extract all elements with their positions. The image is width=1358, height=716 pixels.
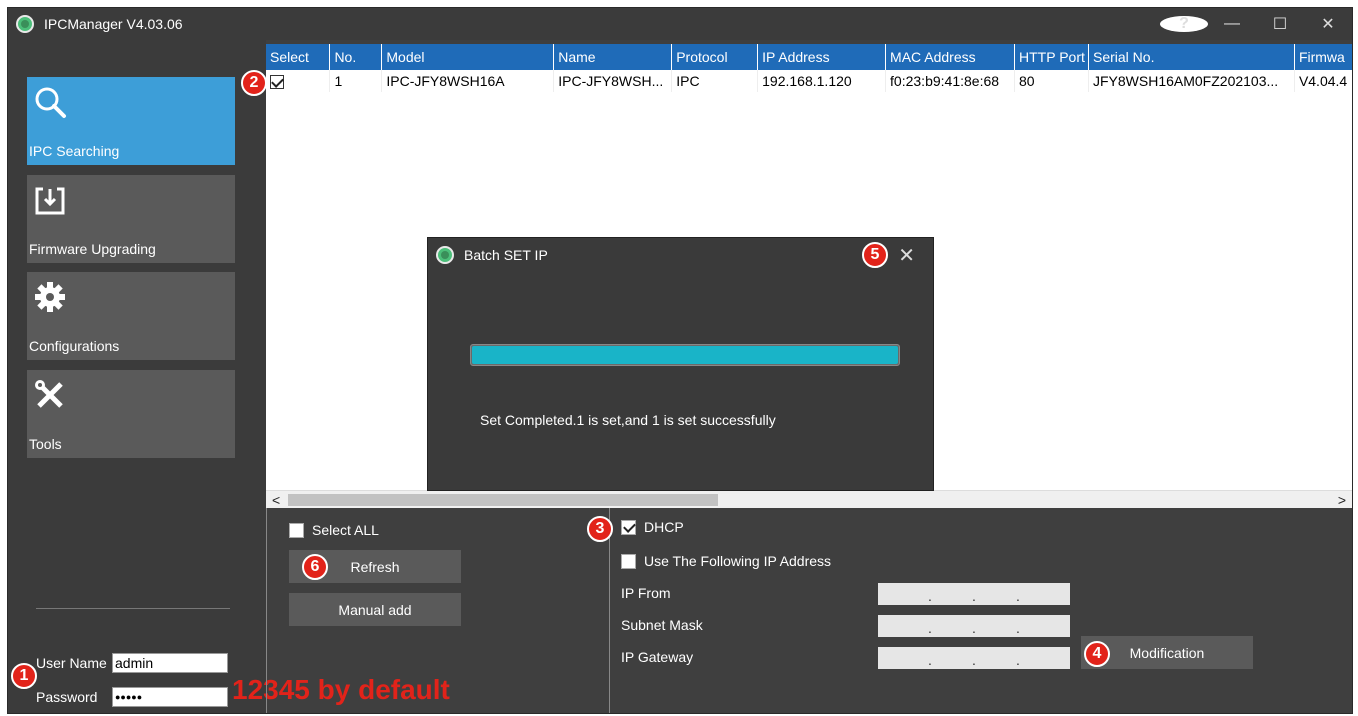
static-ip-option[interactable]: Use The Following IP Address [621, 553, 831, 569]
ip-gateway-label: IP Gateway [621, 649, 694, 665]
table-cell: IPC-JFY8WSH... [553, 70, 673, 92]
sidebar-divider [36, 608, 230, 609]
batch-set-ip-dialog: Batch SET IP ✕ Set Completed.1 is set,an… [427, 237, 934, 491]
scroll-left-arrow[interactable]: < [272, 491, 280, 509]
sidebar-item-ipc-searching[interactable]: IPC Searching [27, 77, 235, 165]
sidebar-item-label: Configurations [29, 338, 120, 354]
panel-divider [609, 508, 610, 713]
upload-icon [35, 187, 65, 215]
ip-from-label: IP From [621, 585, 671, 601]
progress-fill [472, 346, 898, 364]
maximize-button[interactable]: ☐ [1256, 14, 1304, 34]
window-controls: ? — ☐ ✕ [1160, 8, 1352, 40]
column-header[interactable]: HTTP Port [1014, 44, 1089, 70]
dialog-title-bar: Batch SET IP [428, 238, 933, 272]
default-password-hint: 12345 by default [232, 674, 450, 705]
step-badge-4: 4 [1084, 641, 1110, 667]
gear-icon [35, 282, 65, 312]
column-header[interactable]: Name [553, 44, 673, 70]
app-title: IPCManager V4.03.06 [44, 16, 183, 32]
sidebar-item-label: IPC Searching [29, 143, 120, 159]
table-cell: JFY8WSH16AM0FZ202103... [1088, 70, 1295, 92]
dialog-message: Set Completed.1 is set,and 1 is set succ… [480, 412, 776, 428]
scrollbar-thumb[interactable] [288, 494, 718, 506]
step-badge-1: 1 [11, 663, 37, 689]
column-header[interactable]: No. [329, 44, 383, 70]
help-button[interactable]: ? [1160, 15, 1208, 33]
close-button[interactable]: ✕ [1304, 14, 1352, 34]
column-header[interactable]: Firmwa [1294, 44, 1352, 70]
password-input[interactable] [112, 687, 228, 707]
subnet-mask-label: Subnet Mask [621, 617, 703, 633]
app-logo-icon [16, 15, 34, 33]
static-ip-checkbox[interactable] [621, 553, 636, 569]
app-window: IPCManager V4.03.06 ? — ☐ ✕ IPC Searchin… [7, 7, 1353, 714]
column-header[interactable]: IP Address [757, 44, 887, 70]
table-cell: IPC-JFY8WSH16A [381, 70, 555, 92]
sidebar-item-label: Firmware Upgrading [29, 241, 156, 257]
manual-add-button[interactable]: Manual add [289, 593, 461, 626]
table-cell: IPC [671, 70, 759, 92]
dialog-close-icon[interactable]: ✕ [898, 243, 915, 268]
sidebar-item-tools[interactable]: Tools [27, 370, 235, 458]
row-select-checkbox[interactable] [270, 75, 284, 90]
step-badge-5: 5 [862, 242, 888, 268]
dialog-logo-icon [436, 246, 454, 264]
password-row: Password [36, 686, 228, 708]
table-row[interactable]: 1 IPC-JFY8WSH16A IPC-JFY8WSH... IPC 192.… [266, 70, 1352, 92]
select-all-option[interactable]: Select ALL [289, 522, 379, 538]
table-cell: f0:23:b9:41:8e:68 [885, 70, 1015, 92]
dhcp-label: DHCP [644, 519, 684, 535]
select-all-checkbox[interactable] [289, 522, 304, 538]
step-badge-3: 3 [587, 516, 613, 542]
column-header[interactable]: Serial No. [1088, 44, 1295, 70]
sidebar: IPC Searching Firmware Upgrading Configu… [8, 40, 266, 713]
username-label: User Name [36, 655, 107, 671]
table-header: Select No. Model Name Protocol IP Addres… [266, 44, 1352, 70]
username-input[interactable] [112, 653, 228, 673]
step-badge-2: 2 [241, 70, 267, 96]
ip-from-field[interactable]: ... [878, 583, 1070, 605]
help-icon: ? [1160, 16, 1208, 32]
column-header[interactable]: MAC Address [885, 44, 1015, 70]
dhcp-option[interactable]: DHCP [621, 519, 684, 535]
progress-bar [470, 344, 900, 366]
dhcp-checkbox[interactable] [621, 519, 636, 535]
sidebar-item-label: Tools [29, 436, 62, 452]
search-icon [35, 87, 66, 118]
dialog-title: Batch SET IP [464, 247, 548, 263]
table-cell: 80 [1014, 70, 1089, 92]
column-header[interactable]: Select [266, 44, 331, 70]
column-header[interactable]: Model [381, 44, 555, 70]
ip-gateway-field[interactable]: ... [878, 647, 1070, 669]
sidebar-item-configurations[interactable]: Configurations [27, 272, 235, 360]
table-cell: V4.04.4 [1294, 70, 1352, 92]
column-header[interactable]: Protocol [671, 44, 759, 70]
title-bar: IPCManager V4.03.06 ? — ☐ ✕ [8, 8, 1352, 40]
panel-divider [266, 508, 267, 713]
tools-icon [35, 380, 63, 408]
step-badge-6: 6 [302, 554, 328, 580]
scroll-right-arrow[interactable]: > [1338, 491, 1346, 509]
horizontal-scrollbar[interactable]: < > [266, 490, 1352, 509]
static-ip-label: Use The Following IP Address [644, 553, 832, 569]
table-cell: 1 [329, 70, 383, 92]
password-label: Password [36, 689, 98, 705]
select-all-label: Select ALL [312, 522, 379, 538]
username-row: User Name [36, 652, 228, 674]
table-cell: 192.168.1.120 [757, 70, 887, 92]
sidebar-item-firmware-upgrading[interactable]: Firmware Upgrading [27, 175, 235, 263]
minimize-button[interactable]: — [1208, 15, 1256, 33]
subnet-mask-field[interactable]: ... [878, 615, 1070, 637]
